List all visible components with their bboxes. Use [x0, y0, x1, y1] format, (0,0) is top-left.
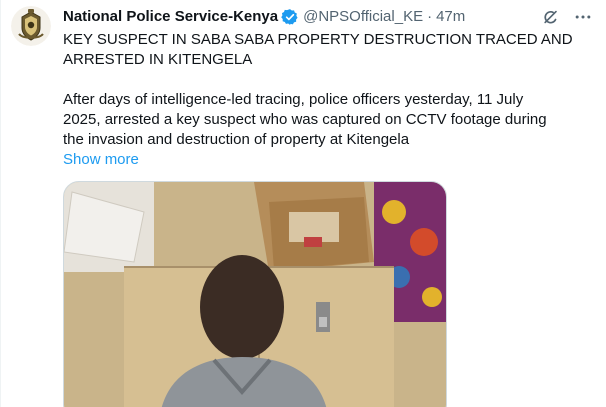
verified-badge-icon	[281, 8, 299, 26]
police-crest-icon	[11, 6, 51, 46]
author-handle[interactable]: @NPSOfficial_KE	[303, 7, 423, 27]
tweet-actions	[540, 6, 594, 28]
separator-dot: ·	[427, 8, 433, 25]
suspect-photo-image	[64, 182, 446, 407]
post-timestamp[interactable]: 47m	[436, 7, 465, 27]
grok-icon[interactable]	[540, 6, 562, 28]
post-headline: KEY SUSPECT IN SABA SABA PROPERTY DESTRU…	[63, 31, 573, 68]
show-more-link[interactable]: Show more	[63, 150, 593, 170]
post-photo[interactable]	[63, 181, 447, 407]
more-dots-icon[interactable]	[572, 6, 594, 28]
author-name[interactable]: National Police Service-Kenya	[63, 7, 278, 27]
tweet-header: National Police Service-Kenya @NPSOffici…	[63, 6, 465, 28]
author-avatar[interactable]	[11, 6, 51, 46]
tweet-text: KEY SUSPECT IN SABA SABA PROPERTY DESTRU…	[63, 30, 593, 170]
tweet-card[interactable]: National Police Service-Kenya @NPSOffici…	[0, 0, 606, 407]
post-body: After days of intelligence-led tracing, …	[63, 91, 547, 148]
